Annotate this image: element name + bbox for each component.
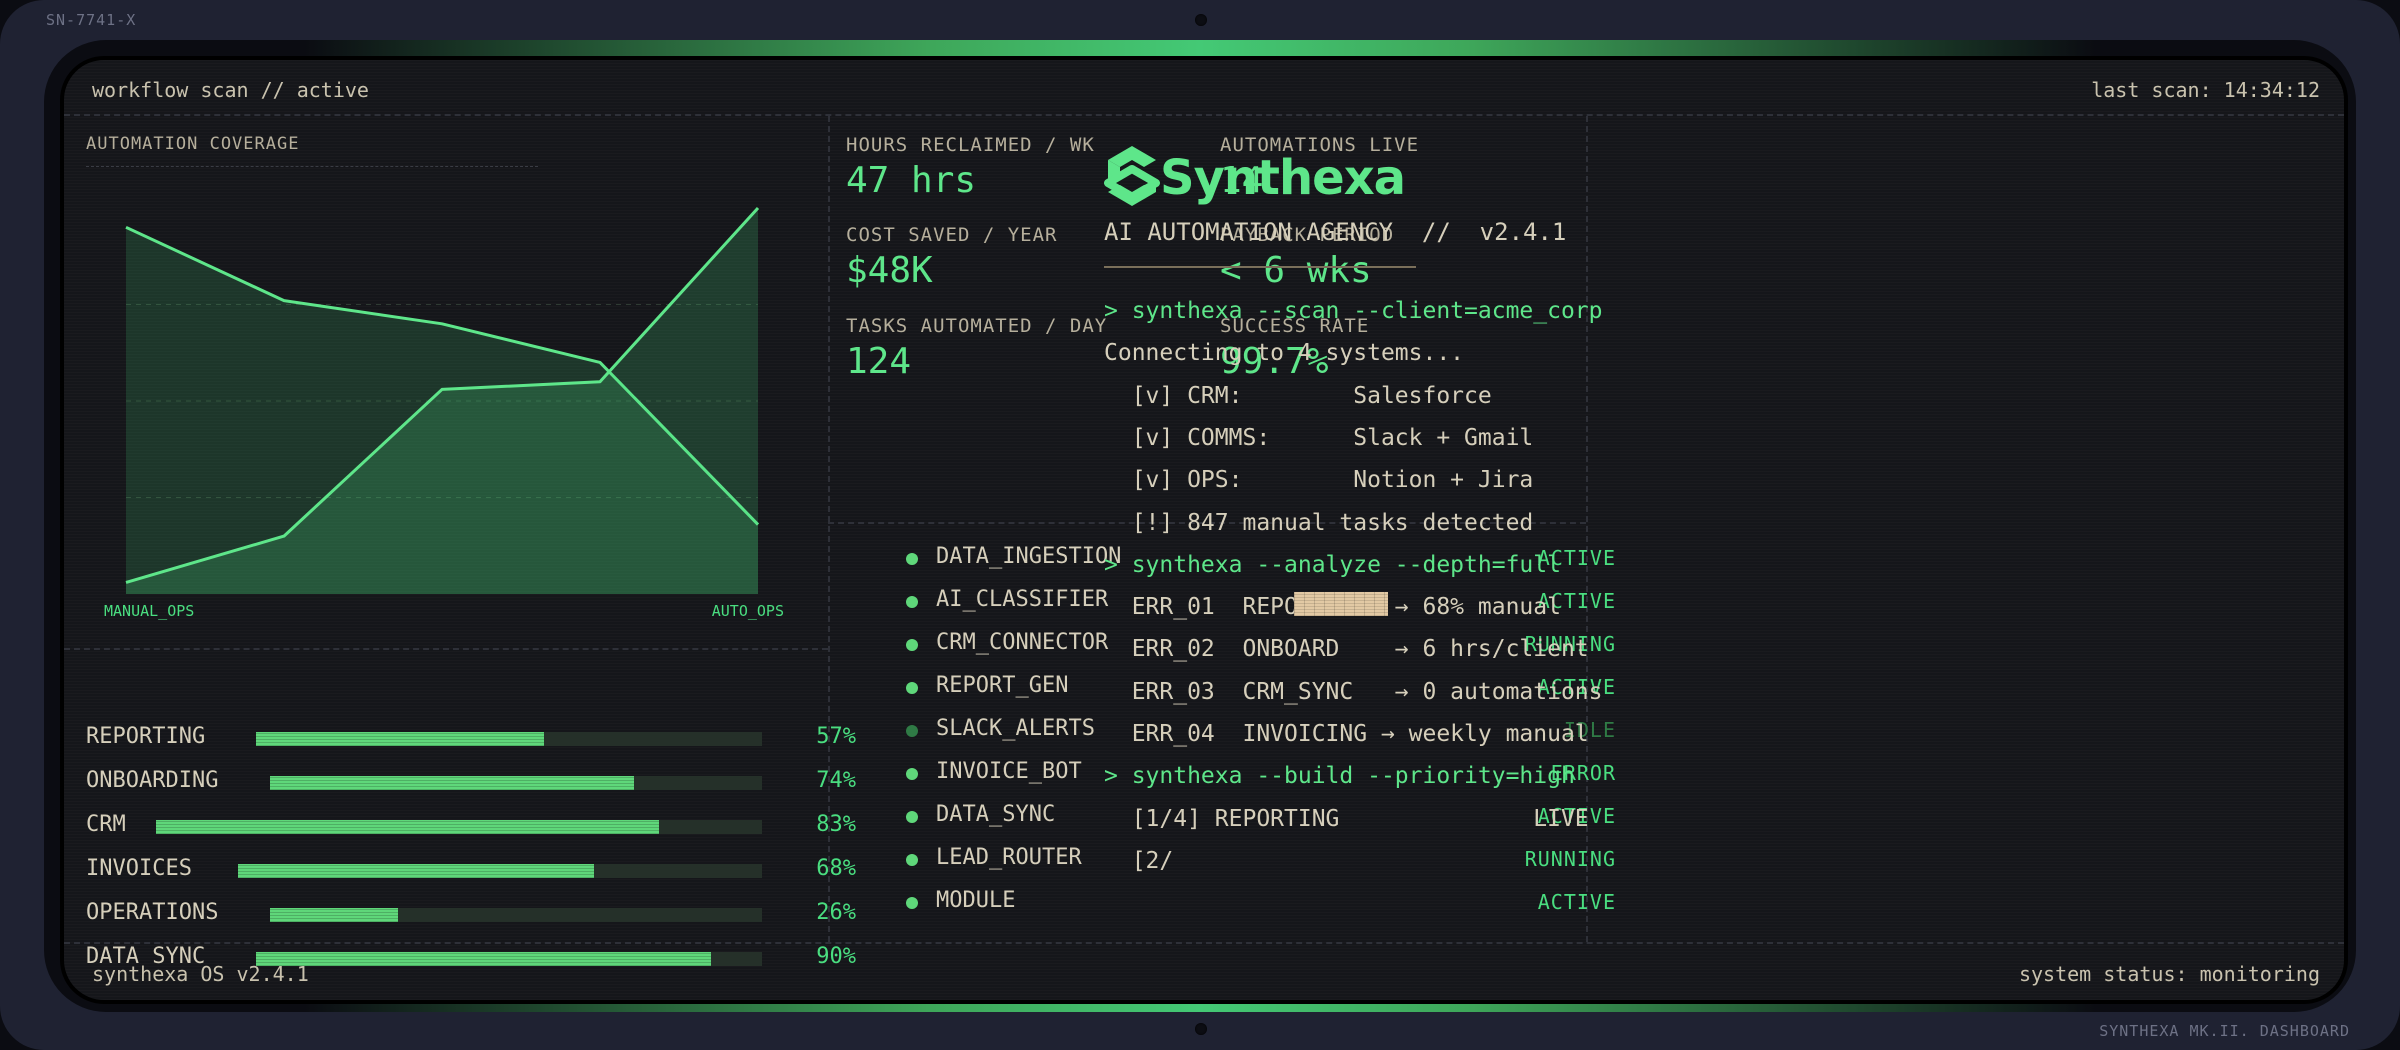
terminal-line: [v] CRM: Salesforce (1104, 382, 1492, 409)
os-version: synthexa OS v2.4.1 (92, 962, 309, 986)
terminal-line: ERR_04 INVOICING → weekly manual (1104, 721, 1589, 747)
last-scan-time: last scan: 14:34:12 (2091, 78, 2320, 102)
terminal-line: ERR_02 ONBOARD → 6 hrs/client (1104, 636, 1589, 663)
status-dot-icon (906, 854, 918, 866)
terminal-line: [1/4] REPORTING LIVE (1104, 805, 1589, 832)
process-status: RUNNING (1524, 847, 1616, 871)
legend-auto-ops: AUTO_OPS (711, 602, 784, 620)
process-name: AI_CLASSIFIER (936, 587, 1109, 612)
terminal-command: > synthexa --scan --client=acme_corp (1104, 298, 1603, 324)
terminal-line: ERR_03 CRM_SYNC → 0 automations (1104, 678, 1603, 705)
metric-value: 124 (846, 341, 912, 382)
dashboard-screen: workflow scan // active last scan: 14:34… (60, 56, 2348, 1004)
status-dot-icon (906, 725, 918, 737)
status-dot-icon (906, 639, 918, 651)
terminal-line: [2/ (1104, 847, 1174, 874)
footer-bar: synthexa OS v2.4.1 system status: monito… (64, 942, 2344, 1000)
scan-status: workflow scan // active (92, 78, 369, 102)
screw-icon (1195, 14, 1207, 26)
bar-track (238, 864, 762, 878)
bar-percent: 26% (816, 900, 856, 925)
bar-fill (270, 908, 398, 922)
bar-percent: 57% (816, 724, 856, 749)
bar-track (256, 732, 762, 746)
device-brand: SYNTHEXA MK.II. DASHBOARD (2099, 1022, 2350, 1040)
status-dot-icon (906, 897, 918, 909)
agency-tagline: AI AUTOMATION AGENCY // v2.4.1 (1104, 218, 1567, 246)
chart-divider (86, 166, 538, 167)
tagline-underline (1104, 266, 1416, 268)
metric-label: TASKS AUTOMATED / DAY (846, 315, 1108, 337)
terminal-command: > synthexa --build --priority=high (1104, 763, 1575, 790)
terminal-command: > synthexa --analyze --depth=full (1104, 551, 1561, 578)
metric-hours-reclaimed: HOURS RECLAIMED / WK 47 hrs (846, 134, 1095, 201)
bar-label: CRM (86, 812, 126, 837)
bar-track (270, 908, 762, 922)
coverage-bar-row: CRM 83% (86, 812, 856, 842)
coverage-chart (125, 206, 760, 595)
process-row: LEAD_ROUTER RUNNING (906, 845, 1616, 875)
bar-track (156, 820, 762, 834)
terminal-line: [v] COMMS: Slack + Gmail (1104, 424, 1534, 451)
bar-label: OPERATIONS (86, 900, 219, 925)
process-row: MODULE ACTIVE (906, 888, 1616, 918)
chart-title: AUTOMATION COVERAGE (86, 134, 300, 154)
bar-fill (156, 820, 659, 834)
system-status: system status: monitoring (2018, 962, 2320, 986)
bar-label: ONBOARDING (86, 768, 219, 793)
bar-track (270, 776, 762, 790)
process-name: DATA_SYNC (936, 802, 1056, 827)
coverage-bar-row: ONBOARDING 74% (86, 768, 856, 798)
metric-label: COST SAVED / YEAR (846, 224, 1058, 246)
process-name: LEAD_ROUTER (936, 845, 1082, 870)
metric-value: $48K (846, 250, 933, 291)
process-name: CRM_CONNECTOR (936, 630, 1109, 655)
bar-percent: 74% (816, 768, 856, 793)
coverage-bar-row: OPERATIONS 26% (86, 900, 856, 930)
device-frame: SN-7741-X SYNTHEXA MK.II. DASHBOARD work… (0, 0, 2400, 1050)
process-name: REPORT_GEN (936, 673, 1069, 698)
process-name: SLACK_ALERTS (936, 716, 1095, 741)
divider (64, 648, 828, 650)
coverage-bar-row: REPORTING 57% (86, 724, 856, 754)
legend-manual-ops: MANUAL_OPS (104, 602, 195, 620)
status-dot-icon (906, 553, 918, 565)
status-dot-icon (906, 811, 918, 823)
process-name: MODULE (936, 888, 1016, 913)
synthexa-logo-icon (1104, 146, 1160, 206)
bar-fill (270, 776, 635, 790)
metric-tasks-automated: TASKS AUTOMATED / DAY 124 (846, 315, 1107, 382)
status-dot-icon (906, 596, 918, 608)
process-name: INVOICE_BOT (936, 759, 1082, 784)
bar-label: REPORTING (86, 724, 206, 749)
terminal-line: [v] OPS: Notion + Jira (1104, 467, 1534, 494)
metric-value: 47 hrs (846, 160, 977, 201)
process-status: ACTIVE (1537, 890, 1616, 914)
status-dot-icon (906, 768, 918, 780)
bar-label: INVOICES (86, 856, 192, 881)
bar-percent: 83% (816, 812, 856, 837)
header-bar: workflow scan // active last scan: 14:34… (64, 60, 2344, 116)
terminal-line: Connecting to 4 systems... (1104, 340, 1465, 367)
terminal-line: [!] 847 manual tasks detected (1104, 509, 1534, 536)
progress-block (1294, 592, 1388, 616)
bar-fill (238, 864, 595, 878)
brand-name: Synthexa (1160, 150, 1406, 206)
metric-label: HOURS RECLAIMED / WK (846, 134, 1095, 156)
status-dot-icon (906, 682, 918, 694)
bar-fill (256, 732, 545, 746)
bezel-glow-top (304, 40, 2096, 56)
process-name: DATA_INGESTION (936, 544, 1122, 569)
metric-value: < 6 wks (1220, 250, 1372, 291)
coverage-bar-row: INVOICES 68% (86, 856, 856, 886)
metric-cost-saved: COST SAVED / YEAR $48K (846, 224, 1057, 291)
screw-icon (1195, 1023, 1207, 1035)
serial-number: SN-7741-X (46, 11, 137, 29)
bar-percent: 68% (816, 856, 856, 881)
